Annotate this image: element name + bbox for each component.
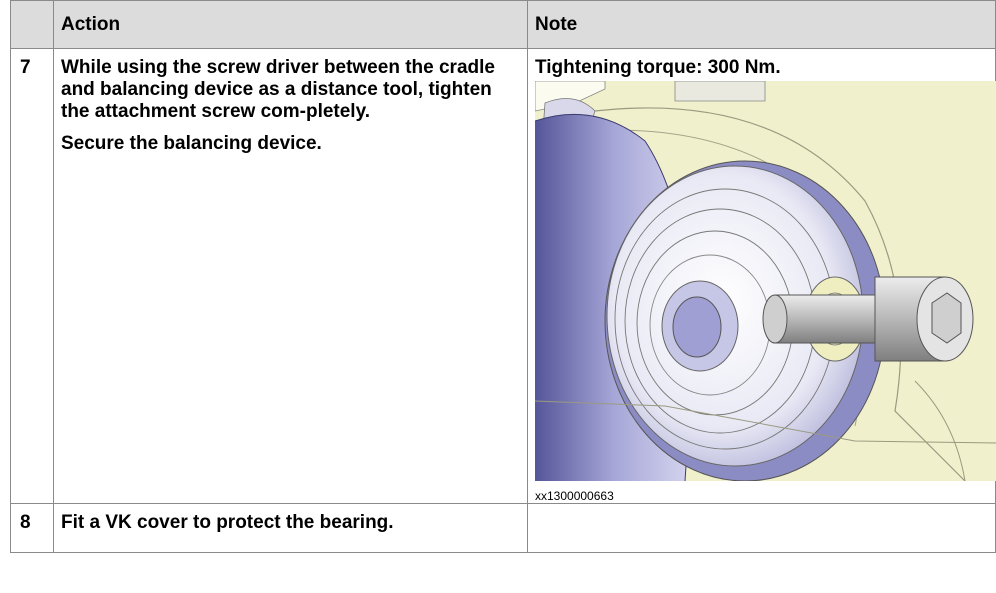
step-number: 7 bbox=[10, 48, 54, 504]
step-note: Tightening torque: 300 Nm. xx1300000663 bbox=[527, 48, 996, 504]
procedure-table: Action Note 7 While using the screw driv… bbox=[10, 0, 996, 553]
action-text: Fit a VK cover to protect the bearing. bbox=[61, 512, 394, 533]
action-text: Secure the balancing device. bbox=[61, 133, 322, 154]
header-note: Note bbox=[527, 0, 996, 49]
note-text: Tightening torque: 300 Nm. bbox=[535, 57, 781, 78]
action-text: While using the screw driver between the… bbox=[61, 57, 495, 122]
step-action: Fit a VK cover to protect the bearing. bbox=[53, 503, 528, 553]
table-row: 8 Fit a VK cover to protect the bearing. bbox=[10, 503, 996, 553]
step-action: While using the screw driver between the… bbox=[53, 48, 528, 504]
step-number: 8 bbox=[10, 503, 54, 553]
table-row: 7 While using the screw driver between t… bbox=[10, 48, 996, 504]
header-number bbox=[10, 0, 54, 49]
figure-caption: xx1300000663 bbox=[535, 489, 614, 503]
table-header-row: Action Note bbox=[10, 0, 996, 49]
header-action: Action bbox=[53, 0, 528, 49]
balancing-device-illustration bbox=[535, 81, 996, 481]
step-note bbox=[527, 503, 996, 553]
